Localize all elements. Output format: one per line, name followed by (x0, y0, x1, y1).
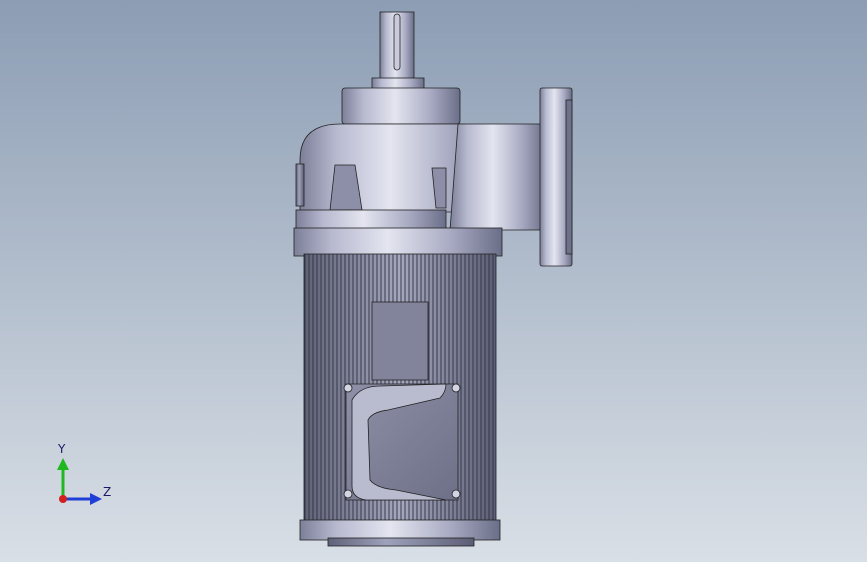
screw-bottom-left (343, 489, 353, 499)
shaft-keyway (393, 13, 401, 71)
fan-cover-base (327, 537, 475, 547)
screw-top-right (451, 383, 461, 393)
screw-bottom-right (451, 489, 461, 499)
y-axis-label: Y (58, 442, 66, 456)
cad-graphics-area[interactable] (0, 0, 867, 562)
side-housing (449, 123, 546, 231)
top-flange (341, 87, 461, 125)
motor-flange (293, 227, 503, 257)
z-axis-label: Z (103, 485, 112, 499)
nameplate (371, 301, 429, 381)
screw-top-left (343, 383, 353, 393)
housing-rib-left (295, 163, 305, 207)
flange-edge (565, 99, 573, 255)
fan-cover-rim (299, 519, 501, 541)
adapter-ring (295, 209, 447, 231)
